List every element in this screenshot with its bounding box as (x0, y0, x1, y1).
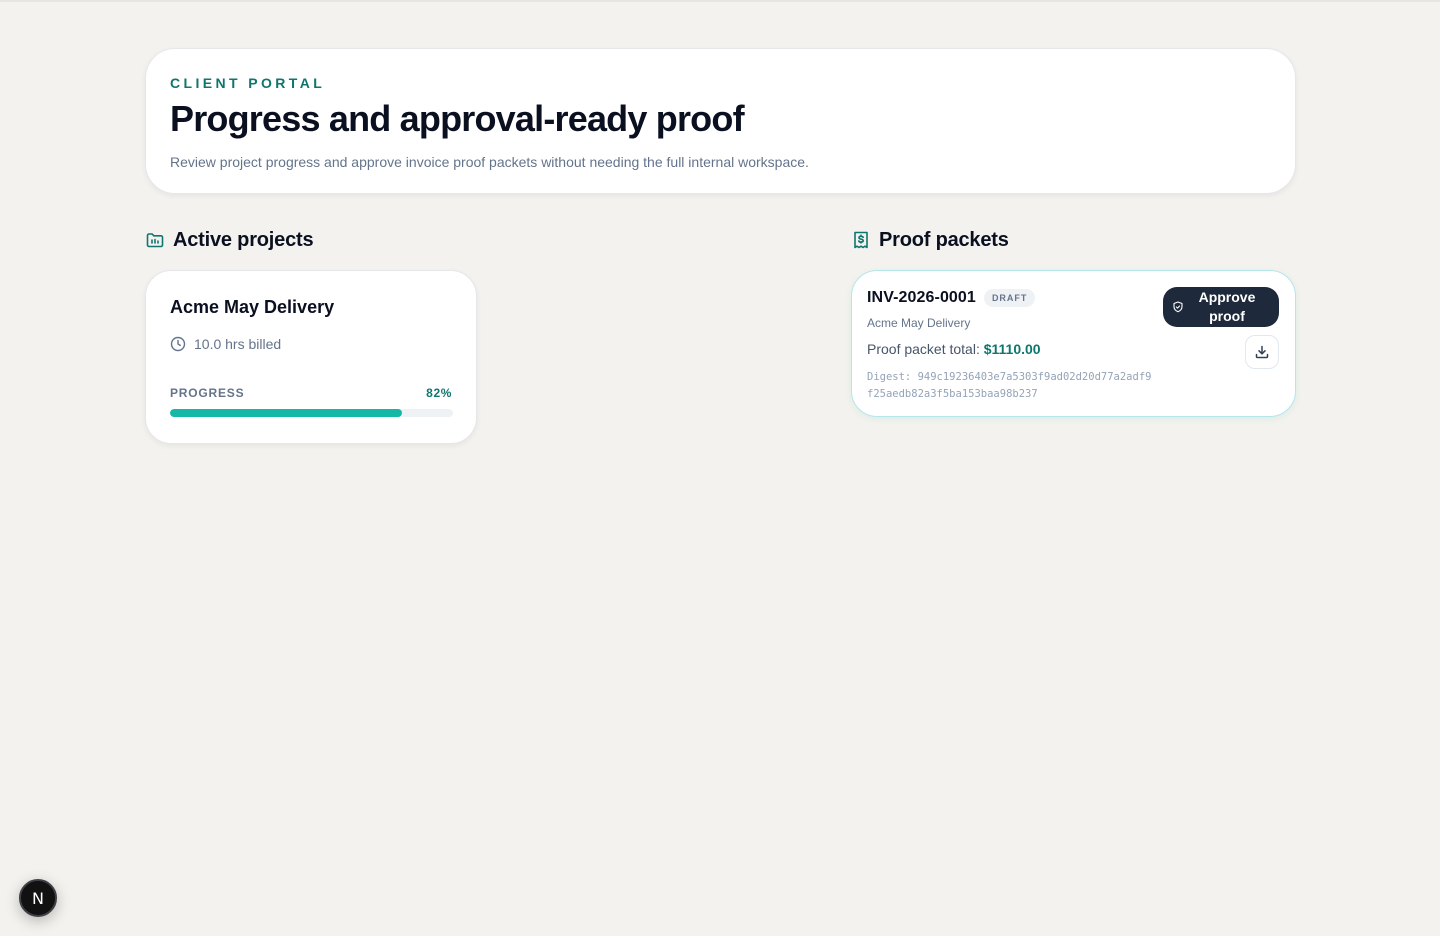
invoice-number: INV-2026-0001 (867, 289, 976, 306)
eyebrow-label: CLIENT PORTAL (170, 75, 326, 91)
approve-proof-button[interactable]: Approve proof (1163, 287, 1279, 327)
page-subtitle: Review project progress and approve invo… (170, 154, 809, 170)
status-badge: DRAFT (983, 289, 1036, 307)
shield-check-icon (1172, 301, 1184, 313)
packet-digest: Digest: 949c19236403e7a5303f9ad02d20d77a… (867, 371, 1152, 400)
page-title: Progress and approval-ready proof (170, 98, 745, 139)
nextjs-icon: N (32, 888, 44, 908)
proof-packets-header: Proof packets (851, 228, 1009, 252)
download-icon (1254, 344, 1270, 360)
nextjs-dev-badge[interactable]: N (19, 879, 57, 917)
hours-billed: 10.0 hrs billed (194, 336, 282, 352)
hours-billed-row: 10.0 hrs billed (170, 336, 452, 352)
progress-label: PROGRESS (170, 386, 245, 400)
approve-proof-label: Approve proof (1198, 289, 1256, 324)
progress-fill (170, 409, 403, 417)
section-title-packets: Proof packets (879, 228, 1009, 251)
hero-card: CLIENT PORTAL Progress and approval-read… (145, 48, 1296, 194)
top-divider (0, 0, 1440, 2)
packet-total-row: Proof packet total: $1110.00 (867, 341, 1279, 357)
active-projects-header: Active projects (145, 228, 314, 252)
progress-track (170, 409, 453, 417)
project-name: Acme May Delivery (170, 297, 335, 317)
packet-total-amount: $1110.00 (983, 341, 1041, 357)
packet-total-label: Proof packet total: (867, 341, 984, 357)
section-title-projects: Active projects (173, 228, 314, 251)
folder-chart-icon (145, 230, 165, 250)
progress-percent: 82% (426, 386, 452, 400)
receipt-dollar-icon (851, 230, 871, 250)
proof-packet-card: INV-2026-0001 DRAFT Acme May Delivery Pr… (851, 270, 1296, 417)
progress-header: PROGRESS 82% (170, 386, 452, 400)
clock-icon (170, 336, 186, 352)
project-card[interactable]: Acme May Delivery 10.0 hrs billed PROGRE… (145, 270, 477, 444)
download-proof-button[interactable] (1245, 335, 1279, 369)
